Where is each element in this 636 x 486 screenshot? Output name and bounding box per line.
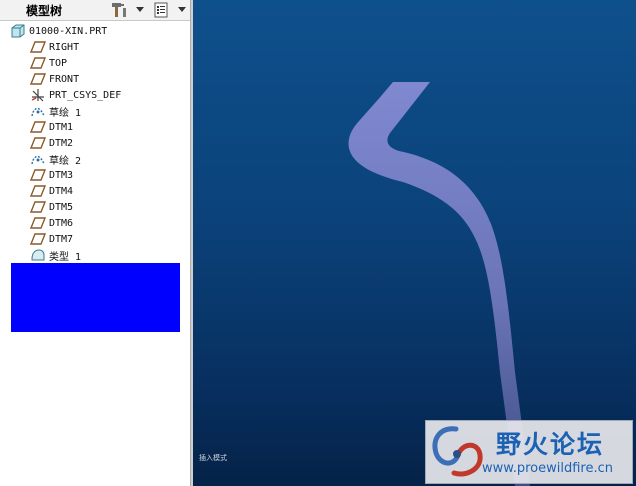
datum-plane-icon (30, 201, 46, 213)
tree-item[interactable]: RIGHT (30, 39, 79, 55)
show-button[interactable] (152, 1, 170, 18)
settings-dropdown-button[interactable] (134, 1, 146, 18)
tree-item[interactable]: TOP (30, 55, 67, 71)
watermark-title: 野火论坛 (496, 430, 605, 459)
tree-item-label: DTM1 (49, 121, 74, 133)
tree-item[interactable]: PRT_CSYS_DEF (30, 87, 121, 103)
tree-item-label: RIGHT (49, 41, 80, 53)
tree-item-label: DTM7 (49, 233, 74, 245)
sketch-icon (31, 107, 45, 117)
feature-icon (31, 249, 45, 261)
tree-item-label: 类型 1 (49, 251, 82, 263)
forum-logo-icon (432, 426, 483, 477)
tree-root-label: 01000-XIN.PRT (29, 25, 108, 37)
tree-item-label: 草绘 1 (49, 107, 82, 119)
watermark-url: www.proewildfire.cn (482, 461, 613, 476)
tree-item[interactable]: FRONT (30, 71, 79, 87)
tree-item[interactable]: DTM6 (30, 215, 73, 231)
sketch-icon (31, 155, 45, 165)
model-tree-toolbar: 模型树 (0, 0, 190, 21)
datum-plane-icon (30, 233, 46, 245)
datum-plane-icon (30, 185, 46, 197)
list-icon (154, 2, 168, 17)
tree-item-label: DTM4 (49, 185, 74, 197)
datum-plane-icon (30, 73, 46, 85)
tree-item[interactable]: DTM5 (30, 199, 73, 215)
tree-item[interactable]: DTM3 (30, 167, 73, 183)
hammer-icon (112, 2, 126, 17)
settings-button[interactable] (108, 1, 130, 18)
tree-item-label: PRT_CSYS_DEF (49, 89, 122, 101)
tree-root-part[interactable]: 01000-XIN.PRT (10, 23, 107, 39)
chevron-down-icon (178, 6, 186, 12)
tree-item[interactable]: 类型 1 (30, 247, 81, 263)
insert-here-marker[interactable] (11, 263, 180, 332)
model-tree-panel: 模型树 01000-XIN.PRT RIGHT TOP FRONT PRT_CS… (0, 0, 190, 486)
tree-item[interactable]: DTM4 (30, 183, 73, 199)
datum-plane-icon (30, 137, 46, 149)
tree-item[interactable]: DTM1 (30, 119, 73, 135)
datum-plane-icon (30, 57, 46, 69)
panel-title: 模型树 (26, 4, 63, 18)
tree-item[interactable]: DTM2 (30, 135, 73, 151)
show-dropdown-button[interactable] (176, 1, 188, 18)
datum-plane-icon (30, 121, 46, 133)
tree-item-label: DTM6 (49, 217, 74, 229)
tree-item-label: TOP (49, 57, 68, 69)
datum-plane-icon (30, 217, 46, 229)
coordinate-system-icon (31, 89, 44, 102)
tree-item-label: FRONT (49, 73, 80, 85)
chevron-down-icon (136, 6, 144, 12)
datum-plane-icon (30, 41, 46, 53)
swept-part-model (348, 82, 530, 486)
tree-item[interactable]: 草绘 1 (30, 103, 81, 119)
tree-item[interactable]: 草绘 2 (30, 151, 81, 167)
mode-indicator: 插入模式 (199, 454, 227, 462)
tree-item-label: DTM2 (49, 137, 74, 149)
tree-item-label: DTM3 (49, 169, 74, 181)
part-icon (11, 24, 25, 38)
graphics-viewport[interactable]: 插入模式 (193, 0, 636, 486)
tree-item-label: DTM5 (49, 201, 74, 213)
tree-item[interactable]: DTM7 (30, 231, 73, 247)
datum-plane-icon (30, 169, 46, 181)
forum-watermark: 野火论坛 www.proewildfire.cn (425, 420, 633, 484)
tree-item-label: 草绘 2 (49, 155, 82, 167)
